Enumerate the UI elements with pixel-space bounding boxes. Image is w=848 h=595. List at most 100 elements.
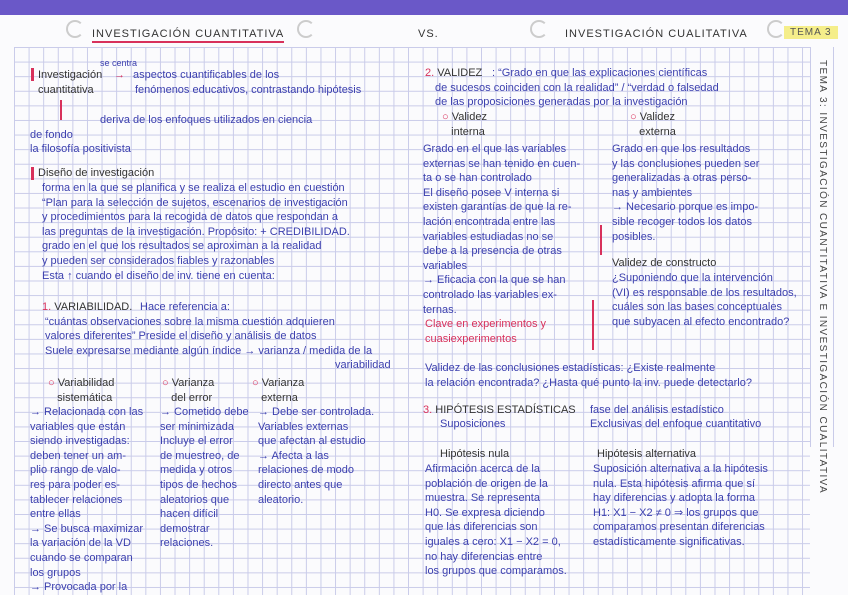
validez-heading: 2. VALIDEZ [425,66,482,81]
connector-arrow-icon [592,300,594,350]
bullet-icon: ○ [252,377,262,389]
definition-line: aspectos cuantificables de los [133,69,280,81]
binder-hole [297,20,315,38]
text-line: “Plan para la selección de sujetos, esce… [42,196,348,209]
text-line: los grupos [30,566,81,579]
text-line: ○ Validez [630,110,676,125]
text-line: grado en el que los resultados se aproxi… [42,240,322,253]
text-line: variables que están [30,420,126,433]
text-line: → Necesario porque es impo- [612,201,759,214]
text-line: ternas. [423,303,457,316]
nula-title: Hipótesis nula [440,448,510,460]
text-line: → Relacionada con las [30,406,144,418]
vs-label: VS. [418,28,439,40]
text-line: y las conclusiones pueden ser [612,157,760,170]
text-line: iguales a cero: X1 − X2 = 0, [425,535,561,548]
red-marker [31,167,34,180]
text-line: que las diferencias son [425,521,538,534]
text-line: variables [423,259,468,272]
validez-text: : “Grado en que las explicaciones cientí… [492,66,707,81]
text-line: controlado las variables ex- [423,288,557,301]
text-line: ta o se han controlado [423,172,532,185]
text-line-label: del error [171,391,213,404]
text-line-label: Variabilidad [57,377,115,389]
section-number: 3. [423,404,433,416]
col-error: → Cometido debe ser minimizada Incluye el … [160,405,249,551]
constructo-text: ¿Suponiendo que la intervención (VI) es r… [612,271,797,329]
hipotesis-heading: 3. HIPÓTESIS ESTADÍSTICAS [423,403,576,418]
text-line: siendo investigadas: [30,435,130,448]
text-line: comparamos presentan diferencias [593,521,765,534]
text-line: → Afecta a las [258,449,329,462]
text-line: → Cometido debe [160,406,249,418]
text-line: ○ Varianza [162,376,214,391]
term-line-1: Investigación [38,69,103,81]
text-line: existen garantías de que la re- [423,201,572,214]
text-line: que afectan al estudio [258,435,366,448]
term-line-2: cuantitativa [38,84,94,96]
text-line: debe a la presencia de otras [423,245,562,258]
variabilidad-heading: 1. VARIABILIDAD. [42,300,132,315]
alternativa-title: Hipótesis alternativa [597,448,697,460]
text-line: cuasiexperimentos [425,332,517,345]
variabilidad-text: “cuántas observaciones sobre la misma cu… [45,315,391,373]
col-sistematica: → Relacionada con las variables que están… [30,405,143,595]
text-line: Esta ↑ cuando el diseño de inv. tiene en… [42,269,275,282]
text-line: las preguntas de la investigación. Propó… [42,225,350,238]
nula-text: Afirmación acerca de la población de orig… [425,462,567,579]
text-line: generalizadas a otras perso- [612,172,752,185]
deriva-line: deriva de los enfoques utilizados en cie… [100,114,313,126]
definition-line: fenómenos educativos, contrastando hipót… [135,84,362,96]
validez-externa-title: ○ Validez externa [630,110,676,139]
validez-interna-note: Clave en experimentos y cuasiexperimentos [425,317,546,346]
text-line: H0. Se expresa diciendo [425,506,545,519]
text-line: ser minimizada [160,420,234,433]
col-title-sistematica: ○ Variabilidad sistemática [48,376,114,405]
text-line: de las proposiciones generadas por la in… [435,96,688,109]
text-line: demostrar [160,522,210,535]
text-line-label: Varianza [171,377,215,389]
text-line: plio rango de valo- [30,464,121,477]
text-line: del error [162,391,214,406]
text-line: la relación encontrada? ¿Hasta qué punto… [425,376,752,389]
text-line: directo antes que [258,478,343,491]
col-title-error: ○ Varianza del error [162,376,214,405]
arrow-icon: → [114,69,125,81]
exclusivas-label: Exclusivas del enfoque cuantitativo [590,418,762,430]
text-line-label: externa [639,125,676,138]
text-line: → Eficacia con la que se han [423,274,566,287]
text-line: externa [630,125,676,140]
fondo-line: de fondo [30,129,73,141]
text-line: forma en la que se planifica y se realiz… [42,182,345,194]
red-marker [31,68,34,81]
text-line: hacen difícil [160,508,219,521]
section-title: VALIDEZ [437,67,483,79]
top-color-band [0,0,848,15]
text-line-label: externa [261,391,298,404]
section-number: 1. [42,301,52,313]
text-line: valores diferentes” Preside el diseño y … [45,330,317,343]
text-line-label: Validez [451,111,487,123]
text-line: Grado en que los resultados [612,143,751,155]
text-line: res para poder es- [30,478,120,491]
text-line: entre ellas [30,508,81,521]
text-line: tipos de hechos [160,478,238,491]
text-line: que subyacen al efecto encontrado? [612,315,790,328]
section-number: 2. [425,67,435,79]
text-line: → Provocada por la [30,581,128,594]
col-externa: → Debe ser controlada. Variables externas… [258,405,374,507]
text-line: y pueden ser considerados fiables y razo… [42,254,275,267]
text-line: relaciones de modo [258,464,355,477]
suposiciones-label: Suposiciones [440,418,506,430]
text-line: aleatorio. [258,493,304,506]
text-line: estadísticamente significativas. [593,535,745,548]
diseno-title: Diseño de investigación [38,167,155,179]
section-title: VARIABILIDAD. [54,301,133,313]
text-line: posibles. [612,230,656,243]
validez-text: de sucesos coinciden con la realidad” / … [435,81,719,110]
text-line: → Se busca maximizar [30,522,144,535]
bullet-icon: ○ [48,377,58,389]
text-line: externas se han tenido en cuen- [423,157,581,170]
connector-arrow-icon [600,225,602,255]
text-line: interna [442,125,487,140]
